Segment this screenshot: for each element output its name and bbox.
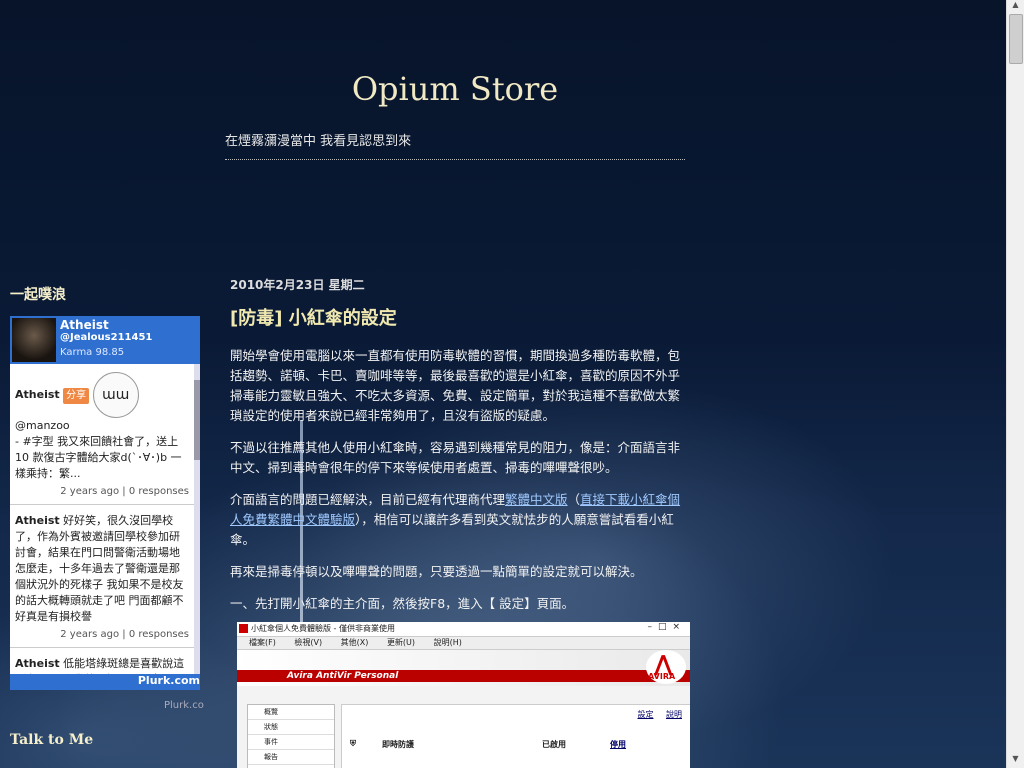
- page-scrollbar[interactable]: ▲ ▼: [1006, 0, 1024, 768]
- list-item[interactable]: Atheist 好好笑，很久沒回學校了，作為外賓被邀請回學校參加研討會，結果在門…: [10, 505, 194, 648]
- post-paragraph: 開始學會使用電腦以來一直都有使用防毒軟體的習慣，期間換過多種防毒軟體，包括趨勢、…: [230, 348, 681, 423]
- plurk-author[interactable]: Atheist: [15, 514, 60, 527]
- post-body: 開始學會使用電腦以來一直都有使用防毒軟體的習慣，期間換過多種防毒軟體，包括趨勢、…: [230, 346, 692, 626]
- plurk-heading: 一起噗浪: [10, 287, 66, 303]
- side-menu-item: 概覽: [248, 705, 334, 720]
- plurk-profile-header[interactable]: Atheist @Jealous211451 Karma 98.85: [10, 316, 200, 364]
- avira-logo-text: AVIRA: [648, 672, 676, 681]
- status-row: ⛨ 即時防護 已啟用 停用: [350, 739, 682, 749]
- scroll-thumb[interactable]: [1009, 14, 1023, 64]
- post-paragraph: 一、先打開小紅傘的主介面，然後按F8，進入【 設定】頁面。: [230, 596, 575, 611]
- shield-icon: ⛨: [350, 739, 356, 748]
- app-brand: Avira AntiVir Personal: [287, 671, 399, 681]
- avira-umbrella-icon: [239, 624, 248, 633]
- menu-item: 其他(X): [340, 638, 369, 647]
- app-menubar: 檔案(F) 檢視(V) 其他(X) 更新(U) 說明(H): [237, 637, 690, 650]
- menu-item: 更新(U): [386, 638, 416, 647]
- post-text: 介面語言的問題已經解決，目前已經有代理商代理: [230, 492, 506, 507]
- plurk-author[interactable]: Atheist: [15, 388, 60, 401]
- plurk-text: - #字型 我又來回饋社會了，送上 10 款復古字體給大家d(`･∀･)b 一樣…: [15, 435, 182, 480]
- plurk-profile-handle[interactable]: @Jealous211451: [60, 332, 152, 343]
- app-main-panel: 設定 說明 ⛨ 即時防護 已啟用 停用: [341, 704, 690, 768]
- share-badge: 分享: [63, 388, 90, 404]
- list-item[interactable]: Atheist 分享 ɯɯ @manzoo - #字型 我又來回饋社會了，送上 …: [10, 364, 194, 505]
- plurk-mention[interactable]: @manzoo: [15, 419, 70, 432]
- menu-item: 檢視(V): [294, 638, 323, 647]
- avira-screenshot: 小紅傘個人免費體驗版 - 僅供非商業使用 –□× 檔案(F) 檢視(V) 其他(…: [237, 622, 690, 768]
- post-paragraph: 再來是掃毒停頓以及嗶嗶聲的問題，只要透過一點簡單的設定就可以解決。: [230, 564, 643, 579]
- plurk-widget: Atheist @Jealous211451 Karma 98.85 Athei…: [10, 316, 200, 690]
- avira-logo: ⋀ AVIRA: [646, 650, 686, 684]
- traditional-chinese-link[interactable]: 繁體中文版: [505, 492, 568, 507]
- row-label: 即時防護: [382, 740, 414, 749]
- plurk-author[interactable]: Atheist: [15, 657, 60, 670]
- scroll-down-icon[interactable]: ▼: [1007, 754, 1024, 768]
- blog-description: 在煙霧瀰漫當中 我看見認思到來: [225, 130, 685, 160]
- list-item[interactable]: Atheist 低能塔綠斑總是喜歡說這種台派 民進黨的選擇...反回來...: [10, 648, 194, 674]
- plurk-karma: Karma 98.85: [60, 347, 125, 358]
- help-link: 說明: [666, 710, 682, 719]
- avatar[interactable]: [12, 318, 56, 362]
- blog-title[interactable]: Opium Store: [225, 70, 685, 108]
- window-controls-icon: –□×: [647, 622, 686, 632]
- post-paragraph: 不過以往推薦其他人使用小紅傘時，容易遇到幾種常見的阻力，像是：介面語言非中文、掃…: [230, 440, 681, 475]
- plurk-profile-name[interactable]: Atheist: [60, 318, 109, 332]
- side-menu-item: 報告: [248, 750, 334, 765]
- app-side-menu: 概覽 狀態 事件 報告: [247, 704, 335, 768]
- plurk-footer-link[interactable]: Plurk.com: [10, 674, 200, 690]
- row-action: 停用: [610, 740, 626, 749]
- side-menu-item: 事件: [248, 735, 334, 750]
- app-links: 設定 說明: [627, 709, 682, 720]
- settings-link: 設定: [637, 710, 654, 719]
- talk-heading: Talk to Me: [10, 732, 94, 748]
- plurk-scroll-thumb[interactable]: [194, 380, 200, 460]
- scroll-up-icon[interactable]: ▲: [1007, 0, 1024, 14]
- menu-item: 說明(H): [433, 638, 462, 647]
- post-title[interactable]: [防毒] 小紅傘的設定: [230, 304, 397, 330]
- row-status: 已啟用: [542, 740, 566, 749]
- menu-item: 檔案(F): [249, 638, 276, 647]
- smiley-icon: ɯɯ: [92, 372, 139, 418]
- plurk-meta[interactable]: 2 years ago | 0 responses: [15, 627, 189, 643]
- plurk-list: Atheist 分享 ɯɯ @manzoo - #字型 我又來回饋社會了，送上 …: [10, 364, 194, 674]
- post-text: （: [567, 492, 581, 507]
- plurk-meta[interactable]: 2 years ago | 0 responses: [15, 484, 189, 500]
- side-menu-item: 狀態: [248, 720, 334, 735]
- plurk-text: 好好笑，很久沒回學校了，作為外賓被邀請回學校參加研討會，結果在門口問警衛活動場地…: [15, 514, 184, 623]
- post-paragraph: 介面語言的問題已經解決，目前已經有代理商代理繁體中文版（直接下載小紅傘個人免費繁…: [230, 490, 692, 550]
- post-date: 2010年2月23日 星期二: [230, 278, 365, 292]
- app-titlebar: 小紅傘個人免費體驗版 - 僅供非商業使用 –□×: [237, 622, 690, 637]
- app-title: 小紅傘個人免費體驗版 - 僅供非商業使用: [251, 624, 395, 633]
- plurk-credit-link[interactable]: Plurk.co: [164, 700, 204, 711]
